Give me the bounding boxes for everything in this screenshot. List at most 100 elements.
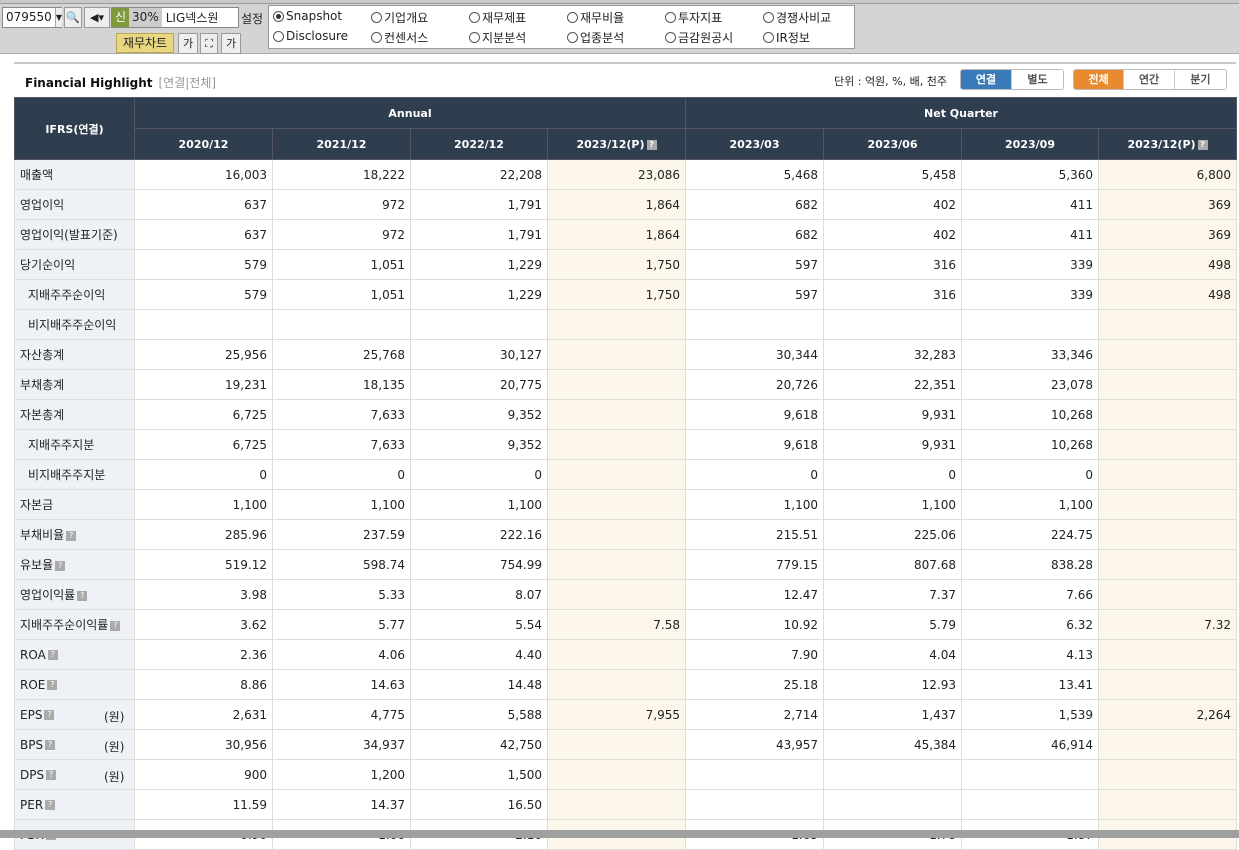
stock-code-input[interactable]: 079550 ▼ (2, 7, 62, 28)
table-row: PER? 11.59 14.37 16.50 (14, 789, 1238, 820)
table-cell (1098, 549, 1238, 580)
menu-radio-6[interactable]: Disclosure (273, 29, 348, 43)
table-cell: 1,100 (272, 489, 411, 520)
table-cell: 33,346 (961, 339, 1100, 370)
table-cell: 411 (961, 219, 1100, 250)
fullscreen-icon[interactable]: ⛶ (200, 33, 218, 54)
table-cell: 579 (134, 279, 273, 310)
table-cell (546, 789, 687, 820)
table-cell: 12.47 (685, 579, 825, 610)
help-icon[interactable]: ? (44, 710, 55, 720)
table-cell (546, 459, 687, 490)
menu-radio-1[interactable]: 기업개요 (371, 9, 428, 26)
table-cell: 682 (685, 189, 825, 220)
table-cell: 682 (685, 219, 825, 250)
radio-icon[interactable] (273, 10, 284, 22)
unit-label: 단위 : 억원, %, 배, 천주 (834, 75, 947, 88)
menu-radio-8[interactable]: 지분분석 (469, 29, 526, 46)
menu-radio-5[interactable]: 경쟁사비교 (763, 9, 831, 26)
radio-icon[interactable] (763, 12, 774, 23)
radio-icon[interactable] (665, 32, 676, 43)
menu-radio-4[interactable]: 투자지표 (665, 9, 722, 26)
horizontal-scrollbar[interactable] (0, 830, 1239, 838)
menu-label: 금감원공시 (678, 31, 734, 45)
menu-radio-3[interactable]: 재무비율 (567, 9, 624, 26)
table-cell: 7,633 (272, 399, 411, 430)
table-cell: 0 (685, 459, 825, 490)
financial-chart-button[interactable]: 재무차트 (116, 33, 174, 53)
radio-icon[interactable] (763, 32, 774, 43)
table-cell: 9,931 (823, 399, 963, 430)
panel-divider (14, 62, 1236, 64)
table-cell (410, 309, 548, 340)
help-icon[interactable]: ? (46, 770, 57, 780)
row-label: 영업이익률? (14, 579, 135, 610)
help-icon[interactable]: ? (45, 740, 56, 750)
row-label: ROA? (14, 639, 135, 670)
help-icon[interactable]: ? (77, 590, 88, 601)
table-cell: 316 (823, 279, 963, 310)
search-icon[interactable]: 🔍 (64, 7, 82, 28)
menu-radio-9[interactable]: 업종분석 (567, 29, 624, 46)
table-cell: 597 (685, 249, 825, 280)
radio-icon[interactable] (665, 12, 676, 23)
help-icon[interactable]: ? (110, 620, 121, 631)
help-icon[interactable]: ? (47, 650, 58, 660)
radio-icon[interactable] (273, 30, 284, 42)
radio-icon[interactable] (371, 32, 382, 43)
table-cell (1098, 309, 1238, 340)
table-cell: 316 (823, 249, 963, 280)
table-row: 비지배주주순이익 (14, 309, 1238, 340)
table-cell: 0 (961, 459, 1100, 490)
font-decrease-button[interactable]: 가 (178, 33, 198, 54)
table-cell (1098, 399, 1238, 430)
radio-icon[interactable] (371, 12, 382, 23)
period-annual-button[interactable]: 연간 (1124, 70, 1175, 89)
table-cell: 7.58 (546, 609, 687, 640)
column-header: 2023/03 (685, 128, 825, 160)
speaker-icon[interactable]: ◀▾ (84, 7, 110, 28)
scope-separate-button[interactable]: 별도 (1012, 70, 1063, 89)
row-label: 부채비율? (14, 519, 135, 550)
settings-button[interactable]: 설정 (241, 10, 263, 27)
help-icon[interactable]: ? (66, 530, 77, 541)
table-cell: 0 (272, 459, 411, 490)
table-cell: 1,539 (961, 699, 1100, 730)
dropdown-arrow-icon[interactable]: ▼ (54, 8, 62, 27)
table-cell: 1,791 (410, 189, 548, 220)
margin-rate: 30% (129, 8, 162, 27)
help-icon[interactable]: ? (646, 139, 657, 150)
menu-radio-2[interactable]: 재무제표 (469, 9, 526, 26)
table-cell: 754.99 (410, 549, 548, 580)
menu-label: 재무제표 (482, 11, 527, 25)
scope-consolidated-button[interactable]: 연결 (961, 70, 1013, 89)
table-cell (1098, 639, 1238, 670)
help-icon[interactable]: ? (45, 800, 56, 810)
menu-radio-10[interactable]: 금감원공시 (665, 29, 733, 46)
radio-icon[interactable] (469, 32, 480, 43)
menu-label: Snapshot (286, 9, 343, 23)
menu-radio-0[interactable]: Snapshot (273, 9, 342, 23)
table-cell (272, 309, 411, 340)
table-cell: 224.75 (961, 519, 1100, 550)
radio-icon[interactable] (567, 12, 578, 23)
radio-icon[interactable] (469, 12, 480, 23)
menu-radio-11[interactable]: IR정보 (763, 29, 810, 46)
table-cell (1098, 759, 1238, 790)
column-header: 2021/12 (272, 128, 411, 160)
table-cell: 807.68 (823, 549, 963, 580)
font-increase-button[interactable]: 가 (221, 33, 241, 54)
menu-radio-7[interactable]: 컨센서스 (371, 29, 428, 46)
help-icon[interactable]: ? (1197, 139, 1208, 150)
table-cell: 19,231 (134, 369, 273, 400)
radio-icon[interactable] (567, 32, 578, 43)
table-cell: 598.74 (272, 549, 411, 580)
stock-name-field[interactable]: 신 30% LIG넥스원 (111, 7, 239, 28)
menu-label: 기업개요 (384, 11, 429, 25)
period-quarter-button[interactable]: 분기 (1174, 70, 1226, 89)
table-cell: 1,229 (410, 249, 548, 280)
period-all-button[interactable]: 전체 (1074, 70, 1125, 89)
help-icon[interactable]: ? (55, 560, 66, 571)
help-icon[interactable]: ? (47, 680, 58, 690)
table-row: ROE? 8.86 14.63 14.48 25.18 12.93 13.41 (14, 669, 1238, 700)
